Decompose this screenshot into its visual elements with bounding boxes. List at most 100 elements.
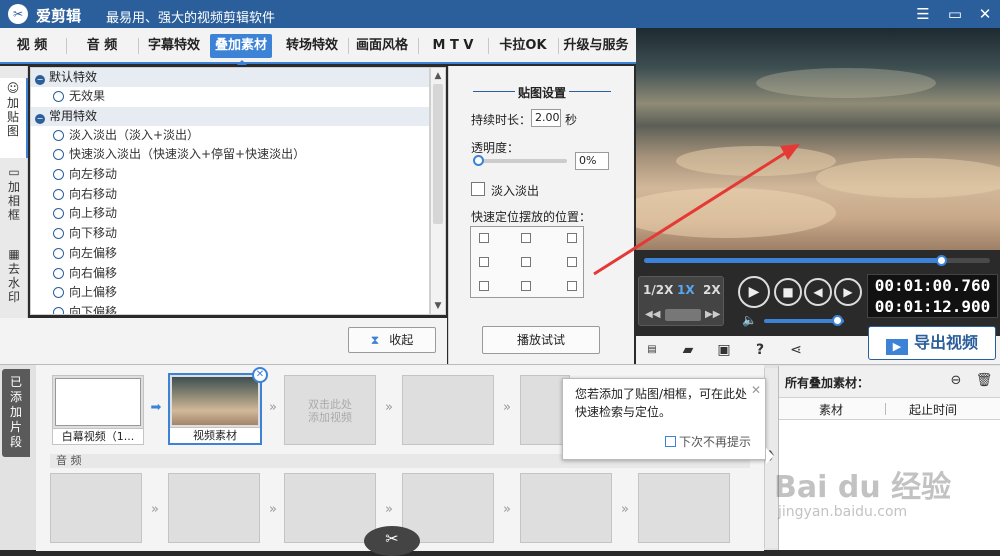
progress-handle[interactable] (935, 255, 947, 266)
list-item[interactable]: 无效果 (31, 87, 429, 107)
list-item[interactable]: 向上移动 (31, 204, 429, 224)
open-folder-icon[interactable]: ▰ (678, 341, 698, 359)
list-item[interactable]: 向下移动 (31, 224, 429, 244)
position-top-center[interactable] (521, 233, 531, 243)
speed-dial[interactable] (665, 309, 701, 321)
stop-icon[interactable]: ■ (774, 278, 802, 306)
video-preview[interactable] (636, 28, 1000, 250)
fast-forward-icon[interactable]: ▶▶ (705, 309, 720, 320)
tab-audio[interactable]: 音 频 (74, 34, 130, 58)
opacity-slider[interactable] (473, 155, 567, 166)
arrow-right-icon: » (385, 502, 393, 517)
list-item[interactable]: 向左偏移 (31, 244, 429, 264)
radio-icon (53, 188, 64, 200)
list-item[interactable]: 向下偏移 (31, 303, 429, 314)
list-item[interactable]: 向右移动 (31, 185, 429, 205)
side-tab-remove-watermark[interactable]: ▦ 去 水 印 (0, 244, 28, 314)
active-tab-indicator (237, 60, 247, 65)
position-top-right[interactable] (567, 233, 577, 243)
scroll-up-icon[interactable]: ▲ (431, 69, 445, 83)
play-icon[interactable]: ▶ (738, 276, 770, 308)
title-rule (569, 91, 611, 92)
empty-clip-slot[interactable]: 双击此处 添加视频 (284, 375, 376, 445)
arrow-right-icon: » (621, 502, 629, 517)
volume-icon[interactable]: 🔈 (742, 313, 757, 327)
effect-group-header[interactable]: − 默认特效 (31, 68, 429, 87)
position-bottom-center[interactable] (521, 281, 531, 291)
overlay-table-header: 素材 起止时间 (779, 398, 1000, 420)
opacity-slider-handle[interactable] (473, 155, 484, 166)
scroll-thumb[interactable] (433, 84, 443, 224)
scroll-down-icon[interactable]: ▼ (431, 299, 445, 313)
preview-test-button[interactable]: 播放试试 (482, 326, 600, 354)
opacity-input[interactable]: 0% (575, 152, 609, 170)
next-frame-icon[interactable]: ▶ (834, 278, 862, 306)
save-icon[interactable]: ▣ (714, 341, 734, 359)
close-icon[interactable]: ✕ (751, 381, 761, 399)
menu-icon[interactable]: ☰ (912, 3, 934, 25)
empty-audio-slot[interactable] (168, 473, 260, 543)
tab-divider (138, 38, 139, 54)
empty-audio-slot[interactable] (50, 473, 142, 543)
share-icon[interactable]: ⋖ (786, 341, 806, 359)
tab-upgrade-service[interactable]: 升级与服务 (560, 34, 632, 58)
no-remind-checkbox[interactable]: 下次不再提示 (664, 433, 751, 451)
speed-normal[interactable]: 1X (677, 283, 695, 297)
position-middle-left[interactable] (479, 257, 489, 267)
position-center[interactable] (521, 257, 531, 267)
empty-audio-slot[interactable] (638, 473, 730, 543)
remove-clip-icon[interactable]: ✕ (252, 367, 268, 383)
side-tab-add-sticker[interactable]: ☺ 加 贴 图 (0, 78, 28, 158)
speed-double[interactable]: 2X (703, 283, 721, 297)
collapse-button[interactable]: ⧗ 收起 (348, 327, 436, 353)
effect-group-header[interactable]: − 常用特效 (31, 106, 429, 126)
new-project-icon[interactable]: ▤ (642, 341, 662, 359)
position-top-left[interactable] (479, 233, 489, 243)
position-bottom-right[interactable] (567, 281, 577, 291)
position-bottom-left[interactable] (479, 281, 489, 291)
clip-white-video[interactable]: 白幕视频（1... (52, 375, 144, 445)
trash-icon[interactable]: 🗑 (975, 372, 993, 390)
clip-thumbnail (55, 378, 141, 426)
tab-overlay-material[interactable]: 叠加素材 (210, 34, 272, 58)
tab-subtitle-effects[interactable]: 字幕特效 (142, 34, 206, 58)
export-video-button[interactable]: ▶ 导出视频 (868, 326, 996, 360)
tab-picture-style[interactable]: 画面风格 (350, 34, 414, 58)
clip-video-material[interactable]: 视频素材 ✕ (168, 367, 268, 445)
restore-icon[interactable]: ▭ (944, 3, 966, 25)
close-icon[interactable]: ✕ (974, 3, 996, 25)
duration-unit: 秒 (565, 113, 578, 127)
empty-audio-slot[interactable] (520, 473, 612, 543)
empty-audio-slot[interactable] (284, 473, 376, 543)
side-tab-add-frame[interactable]: ▭ 加 相 框 (0, 162, 28, 238)
help-icon[interactable]: ? (750, 341, 770, 359)
list-item[interactable]: 向上偏移 (31, 283, 429, 303)
added-clips-tab[interactable]: 已 添 加 片 段 (2, 369, 30, 457)
app-subtitle: 最易用、强大的视频剪辑软件 (106, 11, 276, 26)
list-item[interactable]: 向右偏移 (31, 264, 429, 284)
volume-slider[interactable] (764, 315, 844, 326)
effects-list: − 默认特效 无效果 − 常用特效 淡入淡出（淡入+淡出） 快速淡入淡出（快速淡入+… (30, 67, 430, 315)
tab-karaoke[interactable]: 卡拉OK (492, 34, 554, 58)
progress-track[interactable] (644, 255, 990, 266)
rewind-icon[interactable]: ◀◀ (645, 309, 660, 320)
volume-handle[interactable] (831, 315, 843, 326)
fade-checkbox[interactable] (471, 182, 485, 196)
empty-clip-slot[interactable] (402, 375, 494, 445)
back-icon[interactable]: ⊖ (947, 372, 965, 390)
tab-video[interactable]: 视 频 (6, 34, 58, 58)
list-item[interactable]: 快速淡入淡出（快速淡入+停留+快速淡出） (31, 145, 429, 165)
tab-transition-effects[interactable]: 转场特效 (280, 34, 344, 58)
list-item[interactable]: 淡入淡出（淡入+淡出） (31, 126, 429, 146)
playback-progress[interactable] (636, 250, 1000, 272)
list-item[interactable]: 向左移动 (31, 165, 429, 185)
duration-input[interactable]: 2.00 (531, 109, 561, 127)
effects-scrollbar[interactable]: ▲ ▼ (430, 67, 446, 315)
tab-mtv[interactable]: M T V (424, 34, 482, 58)
tab-divider (488, 38, 489, 54)
speed-half[interactable]: 1/2X (643, 283, 673, 297)
watermark-icon: ▦ (8, 247, 20, 261)
position-middle-right[interactable] (567, 257, 577, 267)
scissors-icon[interactable]: ✂ (364, 526, 420, 556)
prev-frame-icon[interactable]: ◀ (804, 278, 832, 306)
